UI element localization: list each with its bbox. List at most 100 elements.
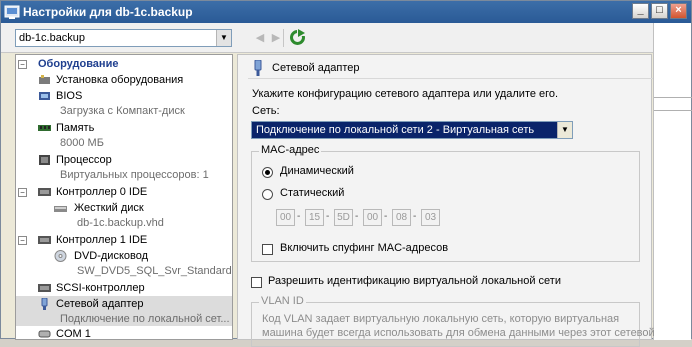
toolbar: db-1c.backup ▼ ◀ ▶: [1, 23, 691, 53]
chevron-down-icon[interactable]: ▼: [216, 30, 231, 46]
divider: [654, 110, 692, 111]
tree-item-detail: SW_DVD5_SQL_Svr_Standard...: [16, 264, 232, 278]
mac-octet-field[interactable]: 00: [276, 209, 295, 226]
tree-item-detail: Загрузка с Компакт-диск: [16, 104, 232, 118]
tree-item-label: Контроллер 1 IDE: [56, 234, 148, 246]
mac-static-label: Статический: [280, 187, 345, 199]
panel-title: Сетевой адаптер: [272, 62, 360, 74]
tree-item-scsi-controller[interactable]: SCSI-контроллер: [16, 280, 232, 296]
tree-item-com-1[interactable]: COM 1: [16, 326, 232, 340]
collapse-icon[interactable]: −: [18, 60, 27, 69]
tree-item-label: SCSI-контроллер: [56, 282, 145, 294]
bios-icon: [39, 92, 50, 100]
tree-item-detail: Виртуальных процессоров: 1: [16, 168, 232, 182]
tree-item-bios[interactable]: BIOS: [16, 88, 232, 104]
vlan-id-group: VLAN ID Код VLAN задает виртуальную лока…: [251, 295, 655, 347]
tree-item-label: Процессор: [56, 154, 112, 166]
mac-separator: -: [384, 211, 388, 222]
tree-item-label: Память: [56, 122, 95, 134]
tree-item-label: COM 1: [56, 328, 91, 340]
tree-item-ide-controller-1[interactable]: − Контроллер 1 IDE: [16, 232, 232, 248]
hardware-tree: − Оборудование Установка оборудования BI…: [15, 54, 233, 340]
collapse-icon[interactable]: −: [18, 236, 27, 245]
tree-item-detail-text: db-1c.backup.vhd: [77, 217, 164, 229]
tree-item-detail-text: Загрузка с Компакт-диск: [60, 105, 185, 117]
tree-item-network-adapter[interactable]: Сетевой адаптер: [16, 296, 232, 312]
panel-description: Укажите конфигурацию сетевого адаптера и…: [252, 88, 559, 100]
back-arrow-icon[interactable]: ◀: [253, 31, 267, 45]
chevron-down-icon[interactable]: ▼: [557, 122, 572, 138]
vlan-description-line-2: машина будет всегда использовать для обм…: [262, 327, 655, 339]
tree-item-label: Жесткий диск: [74, 202, 144, 214]
add-hardware-icon: [39, 75, 50, 84]
tree-item-ide-controller-0[interactable]: − Контроллер 0 IDE: [16, 184, 232, 200]
mac-spoofing-checkbox[interactable]: [262, 244, 273, 255]
network-select[interactable]: Подключение по локальной сети 2 - Виртуа…: [251, 121, 573, 139]
vm-select-value: db-1c.backup: [19, 32, 86, 44]
vlan-description-line-1: Код VLAN задает виртуальную локальную се…: [262, 313, 620, 325]
vlan-group-label: VLAN ID: [259, 295, 306, 307]
tree-item-detail: Подключение по локальной сет...: [16, 312, 232, 326]
panel-divider: [248, 78, 653, 79]
right-pane-edge: [653, 23, 692, 340]
com-port-icon: [38, 330, 51, 338]
collapse-icon[interactable]: −: [18, 188, 27, 197]
controller-icon: [38, 284, 51, 292]
mac-address-group: MAC-адрес Динамический Статический 00 - …: [251, 144, 640, 262]
tree-item-detail-text: 8000 МБ: [60, 137, 104, 149]
vlan-enable-checkbox[interactable]: [251, 277, 262, 288]
settings-window: Настройки для db-1c.backup _ □ × db-1c.b…: [0, 0, 692, 347]
tree-item-dvd-drive[interactable]: DVD-дисковод: [16, 248, 232, 264]
mac-octet-field[interactable]: 5D: [334, 209, 353, 226]
tree-section-hardware[interactable]: − Оборудование: [16, 56, 232, 72]
network-label: Сеть:: [252, 105, 280, 117]
mac-octet-field[interactable]: 00: [363, 209, 382, 226]
forward-arrow-icon[interactable]: ▶: [269, 31, 283, 45]
network-select-value: Подключение по локальной сети 2 - Виртуа…: [256, 124, 535, 136]
tree-section-label: Оборудование: [38, 58, 119, 70]
tree-item-label: Контроллер 0 IDE: [56, 186, 148, 198]
tree-item-detail: 8000 МБ: [16, 136, 232, 150]
network-adapter-panel: Сетевой адаптер Укажите конфигурацию сет…: [237, 54, 655, 347]
tree-item-label: DVD-дисковод: [74, 250, 149, 262]
mac-static-radio[interactable]: [262, 189, 273, 200]
processor-icon: [39, 155, 50, 165]
close-button[interactable]: ×: [670, 3, 687, 19]
controller-icon: [38, 236, 51, 244]
tree-item-memory[interactable]: Память: [16, 120, 232, 136]
tree-item-label: BIOS: [56, 90, 83, 102]
tree-item-hard-disk[interactable]: Жесткий диск: [16, 200, 232, 216]
mac-separator: -: [326, 211, 330, 222]
mac-spoofing-label: Включить спуфинг MAC-адресов: [280, 242, 449, 254]
settings-app-icon: [4, 5, 20, 19]
mac-dynamic-radio[interactable]: [262, 167, 273, 178]
controller-icon: [38, 188, 51, 196]
window-title: Настройки для db-1c.backup: [23, 5, 193, 19]
maximize-button[interactable]: □: [651, 3, 668, 19]
title-bar: Настройки для db-1c.backup _ □ ×: [1, 1, 691, 23]
tree-item-label: Сетевой адаптер: [56, 298, 144, 310]
mac-octet-field[interactable]: 08: [392, 209, 411, 226]
minimize-button[interactable]: _: [632, 3, 649, 19]
tree-item-detail-text: Виртуальных процессоров: 1: [60, 169, 209, 181]
refresh-icon[interactable]: [289, 29, 306, 46]
divider: [654, 97, 692, 98]
tree-item-processor[interactable]: Процессор: [16, 152, 232, 168]
toolbar-separator: [283, 29, 284, 47]
mac-separator: -: [297, 211, 301, 222]
hard-disk-icon: [54, 206, 67, 212]
tree-item-add-hardware[interactable]: Установка оборудования: [16, 72, 232, 88]
tree-item-label: Установка оборудования: [56, 74, 184, 86]
tree-item-detail: db-1c.backup.vhd: [16, 216, 232, 230]
mac-separator: -: [355, 211, 359, 222]
mac-group-label: MAC-адрес: [259, 144, 322, 156]
tree-item-detail-text: Подключение по локальной сет...: [60, 313, 230, 325]
vm-select[interactable]: db-1c.backup ▼: [15, 29, 232, 47]
network-adapter-icon: [254, 60, 262, 76]
mac-octet-field[interactable]: 15: [305, 209, 324, 226]
memory-icon: [38, 125, 51, 131]
mac-octet-field[interactable]: 03: [421, 209, 440, 226]
mac-dynamic-label: Динамический: [280, 165, 354, 177]
mac-separator: -: [413, 211, 417, 222]
tree-item-detail-text: SW_DVD5_SQL_Svr_Standard...: [77, 265, 232, 277]
